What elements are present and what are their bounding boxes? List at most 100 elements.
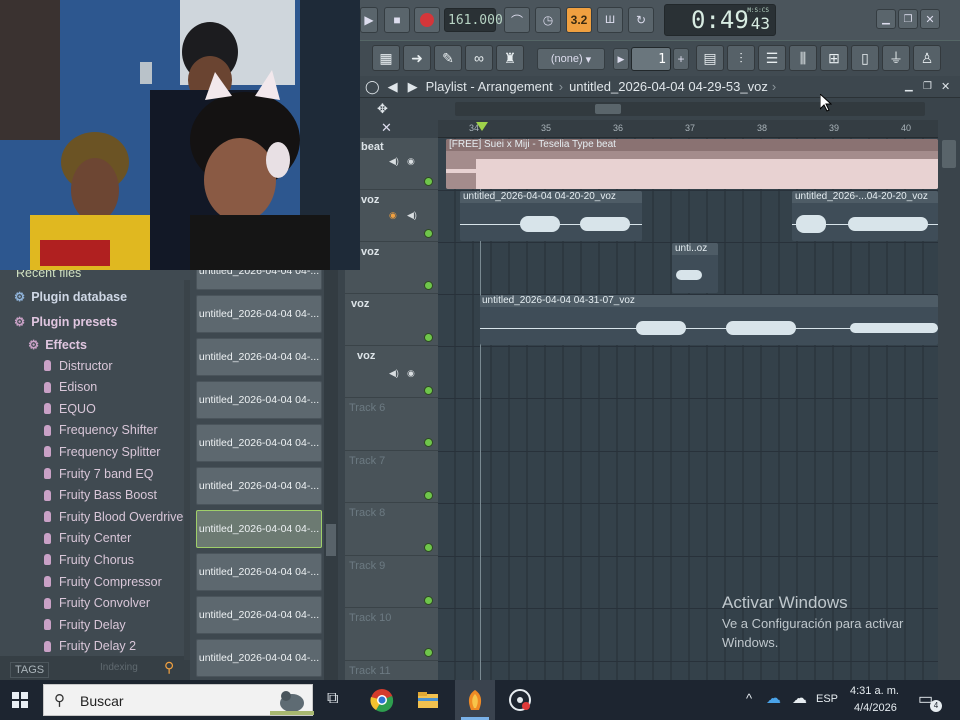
playlist-icon[interactable]: ▤ [696, 45, 724, 71]
plugin-item[interactable]: Edison [44, 377, 97, 398]
track-led[interactable] [424, 438, 433, 447]
file-item[interactable]: untitled_2026-04-04 04-... [196, 467, 322, 505]
mute-icon[interactable]: ◉ [407, 368, 415, 379]
pattern-mode-button[interactable]: 3.2 [566, 7, 592, 33]
close-icon[interactable]: ✕ [920, 9, 940, 29]
plugin-item[interactable]: Fruity Delay 2 [44, 636, 136, 657]
pl-restore-icon[interactable]: ❐ [923, 81, 932, 92]
plugin-item[interactable]: Fruity Center [44, 528, 131, 549]
scroll-thumb[interactable] [942, 140, 956, 168]
tray-expand-icon[interactable]: ^ [746, 691, 752, 706]
track-led[interactable] [424, 177, 433, 186]
track-header[interactable]: Track 10 [345, 608, 438, 661]
speaker-icon[interactable]: ◀ [388, 79, 398, 95]
plugin-icon[interactable]: ⏚ [882, 45, 910, 71]
file-item[interactable]: untitled_2026-04-04 04-... [196, 510, 322, 548]
scroll-thumb[interactable] [595, 104, 621, 114]
keyboard-icon[interactable]: ▦ [372, 45, 400, 71]
speaker-icon[interactable]: ◀) [389, 156, 399, 167]
obs-icon[interactable] [508, 688, 532, 712]
stop-button[interactable]: ■ [384, 7, 410, 33]
track-led[interactable] [424, 543, 433, 552]
track-led[interactable] [424, 229, 433, 238]
pattern-prev-button[interactable]: ▶ [613, 48, 629, 70]
speaker-icon[interactable]: ◀) [407, 210, 417, 221]
piano-roll-icon[interactable]: ⫶ [727, 45, 755, 71]
clock-time[interactable]: 4:31 a. m. [850, 685, 899, 697]
channel-rack-icon[interactable]: ☰ [758, 45, 786, 71]
plugin-item[interactable]: Fruity Convolver [44, 593, 150, 614]
track-header[interactable]: Track 9 [345, 556, 438, 608]
add-pattern-button[interactable]: + [673, 48, 689, 70]
track-header[interactable]: Track 7 [345, 451, 438, 503]
file-item[interactable]: untitled_2026-04-04 04-... [196, 295, 322, 333]
file-item[interactable]: untitled_2026-04-04 04-... [196, 596, 322, 634]
effects-folder[interactable]: ⚙ Effects [28, 334, 87, 355]
plugin-item[interactable]: EQUO [44, 398, 96, 419]
audio-clip-beat[interactable]: [FREE] Suei x Miji - Teselia Type beat [446, 139, 938, 189]
audio-clip-voz[interactable]: untitled_2026-...04-20-20_voz [792, 191, 938, 241]
track-header[interactable]: Track 6 [345, 398, 438, 451]
plugin-item[interactable]: Fruity Chorus [44, 549, 134, 570]
file-item[interactable]: untitled_2026-04-04 04-... [196, 553, 322, 591]
playlist-grid[interactable]: [FREE] Suei x Miji - Teselia Type beat u… [438, 138, 938, 680]
search-icon[interactable]: ⚲ [164, 659, 174, 676]
onedrive-icon[interactable]: ☁ [766, 689, 781, 707]
audio-clip-voz[interactable]: untitled_2026-04-04 04-31-07_voz [480, 295, 938, 345]
file-scrollbar[interactable] [324, 262, 338, 680]
browser-icon[interactable]: ⊞ [820, 45, 848, 71]
language-indicator[interactable]: ESP [816, 693, 838, 705]
track-header[interactable]: Track 8 [345, 503, 438, 556]
pl-minimize-icon[interactable]: ▁ [905, 81, 913, 92]
timeline-ruler[interactable]: 34 35 36 37 38 39 40 [438, 120, 938, 138]
time-display[interactable]: 0:49 43 M:S:CS [664, 4, 776, 36]
track-led[interactable] [424, 333, 433, 342]
plugin-item[interactable]: Fruity Bass Boost [44, 485, 157, 506]
file-icon[interactable]: ▯ [851, 45, 879, 71]
fl-studio-task[interactable] [455, 680, 495, 720]
file-explorer-icon[interactable] [416, 688, 440, 712]
clock-date[interactable]: 4/4/2026 [854, 702, 897, 714]
help-icon[interactable]: ♙ [913, 45, 941, 71]
track-header[interactable]: Track 11 [345, 661, 438, 680]
plugin-item[interactable]: Fruity Compressor [44, 571, 162, 592]
scroll-thumb[interactable] [326, 524, 336, 556]
arrow-right-icon[interactable]: ➜ [403, 45, 431, 71]
file-item[interactable]: untitled_2026-04-04 04-... [196, 338, 322, 376]
wait-icon[interactable]: ◷ [535, 7, 561, 33]
metronome-icon[interactable]: ⌒ [504, 7, 530, 33]
plugin-item[interactable]: Frequency Shifter [44, 420, 158, 441]
link-icon[interactable]: ∞ [465, 45, 493, 71]
speaker-icon[interactable]: ◀) [389, 368, 399, 379]
track-led[interactable] [424, 491, 433, 500]
track-header[interactable]: voz ◀) ◉ [345, 346, 438, 398]
track-led[interactable] [424, 596, 433, 605]
plugin-item[interactable]: Frequency Splitter [44, 441, 160, 462]
audio-clip-voz[interactable]: untitled_2026-04-04 04-20-20_voz [460, 191, 642, 241]
tempo-display[interactable]: 161.000 [444, 8, 503, 32]
audio-clip-voz[interactable]: unti..oz [672, 243, 718, 293]
plugin-item[interactable]: Fruity Delay [44, 614, 126, 635]
restore-icon[interactable]: ❐ [898, 9, 918, 29]
plugin-item[interactable]: Distructor [44, 355, 112, 376]
vertical-scrollbar[interactable] [938, 120, 960, 680]
plugin-presets-item[interactable]: ⚙ Plugin presets [14, 311, 117, 332]
playhead-marker[interactable] [476, 122, 488, 131]
zoom-icon[interactable]: ◯ [365, 79, 380, 95]
task-view-icon[interactable]: ⧉ [327, 690, 338, 708]
stamp-icon[interactable]: ♜ [496, 45, 524, 71]
plugin-item[interactable]: Fruity 7 band EQ [44, 463, 154, 484]
search-box[interactable]: ⚲ Buscar [43, 684, 314, 716]
file-item[interactable]: untitled_2026-04-04 04-... [196, 639, 322, 677]
loop-record-icon[interactable]: ↻ [628, 7, 654, 33]
minimize-icon[interactable]: ▁ [876, 9, 896, 29]
track-led[interactable] [424, 648, 433, 657]
record-button[interactable] [414, 7, 440, 33]
windows-start-icon[interactable] [12, 692, 28, 708]
mute-icon[interactable]: ◉ [407, 156, 415, 167]
horizontal-scrollbar[interactable] [455, 102, 925, 116]
tags-button[interactable]: TAGS [10, 662, 50, 678]
track-led[interactable] [424, 386, 433, 395]
plugin-database-item[interactable]: ⚙ Plugin database [14, 286, 127, 307]
play-button[interactable]: ▶ [360, 7, 378, 33]
